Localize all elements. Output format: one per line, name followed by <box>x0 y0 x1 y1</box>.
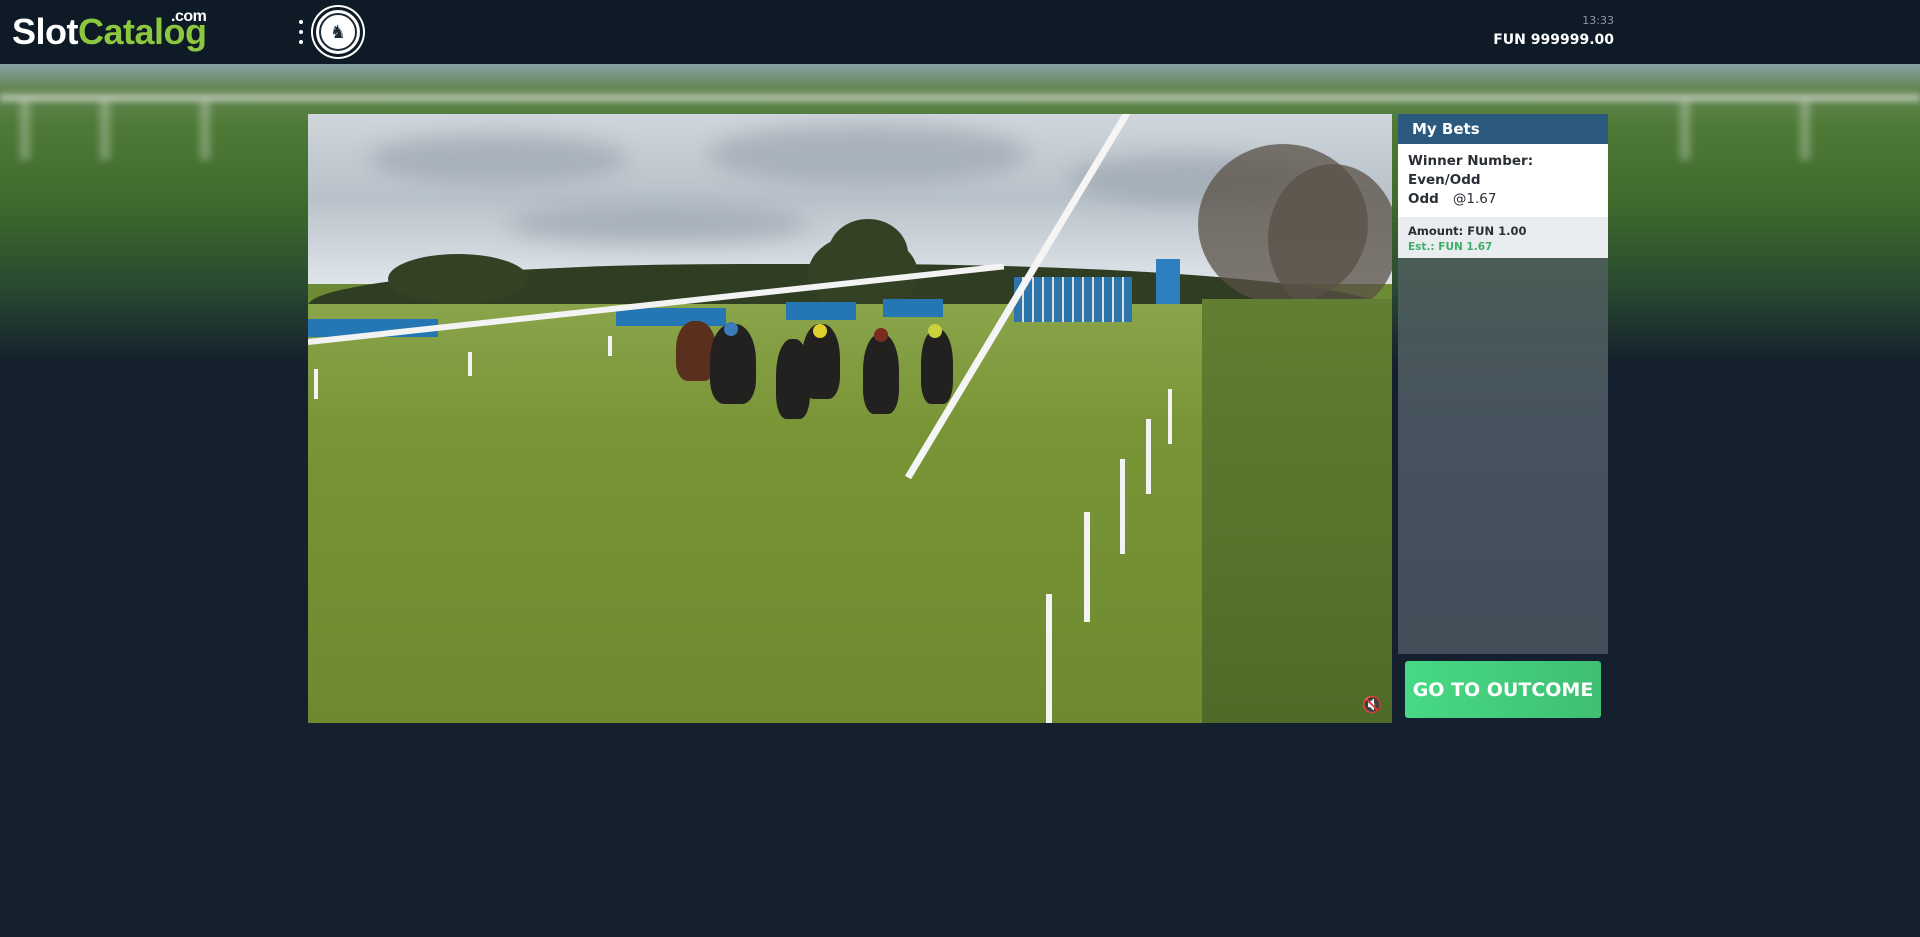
bet-estimate: Est.: FUN 1.67 <box>1408 241 1493 253</box>
bet-amount: Amount: FUN 1.00 <box>1408 224 1527 238</box>
logo-suffix: .com <box>171 8 207 25</box>
my-bets-panel: My Bets Winner Number: Even/Odd Odd @1.6… <box>1398 114 1608 654</box>
tree <box>1268 164 1392 314</box>
jockey <box>724 322 738 336</box>
backdrop-post <box>20 100 30 160</box>
race-video[interactable]: 🔇 <box>308 114 1392 723</box>
jockey <box>813 324 827 338</box>
rail-post <box>1120 459 1125 554</box>
backdrop-post <box>200 100 210 160</box>
clock-time: 13:33 <box>1582 14 1614 27</box>
infield-grass <box>1202 299 1392 723</box>
tree <box>388 254 528 304</box>
menu-dot <box>299 40 303 44</box>
backdrop-post <box>1800 100 1810 160</box>
racehorse <box>710 324 756 404</box>
ad-banner <box>786 302 856 320</box>
go-to-outcome-button[interactable]: GO TO OUTCOME <box>1405 661 1601 718</box>
cloud <box>368 134 628 184</box>
site-logo[interactable]: SlotCatalog .com <box>12 6 207 58</box>
backdrop-post <box>1680 100 1690 160</box>
horse-badge-icon: ♞ <box>313 7 363 57</box>
racehorse <box>921 329 953 404</box>
racehorse <box>863 334 899 414</box>
backdrop-post <box>100 100 110 160</box>
bet-pick: Odd <box>1408 191 1439 207</box>
starting-gate <box>1014 277 1132 322</box>
cloud <box>508 204 808 244</box>
bet-selection: Winner Number: Even/Odd Odd @1.67 <box>1408 152 1598 209</box>
speaker-muted-icon[interactable]: 🔇 <box>1360 695 1384 715</box>
ad-banner <box>883 299 943 317</box>
menu-dot <box>299 20 303 24</box>
jockey <box>928 324 942 338</box>
rail-post <box>314 369 318 399</box>
rail-post <box>1146 419 1151 494</box>
backdrop-rail <box>0 94 1920 102</box>
bet-slip: Winner Number: Even/Odd Odd @1.67 <box>1398 144 1608 217</box>
cloud <box>708 124 1028 184</box>
menu-dot <box>299 30 303 34</box>
logo-text-main: Slot <box>12 11 79 52</box>
top-bar: SlotCatalog .com ♞ 13:33 FUN 999999.00 <box>0 0 1920 64</box>
rail-post <box>608 336 612 356</box>
rail-post <box>1046 594 1052 723</box>
balance-display: FUN 999999.00 <box>1493 32 1614 48</box>
my-bets-title: My Bets <box>1398 114 1608 144</box>
horse-icon: ♞ <box>319 13 357 51</box>
bet-market: Winner Number: Even/Odd <box>1408 153 1534 188</box>
racehorse <box>776 339 810 419</box>
menu-icon[interactable] <box>294 20 308 44</box>
jockey <box>874 328 888 342</box>
rail-post <box>1168 389 1172 444</box>
ad-banner <box>616 308 726 326</box>
bet-odds: @1.67 <box>1452 191 1497 207</box>
rail-post <box>1084 512 1090 622</box>
gate-tower <box>1156 259 1180 304</box>
rail-post <box>468 352 472 376</box>
bet-details: Amount: FUN 1.00 Est.: FUN 1.67 <box>1398 217 1608 258</box>
